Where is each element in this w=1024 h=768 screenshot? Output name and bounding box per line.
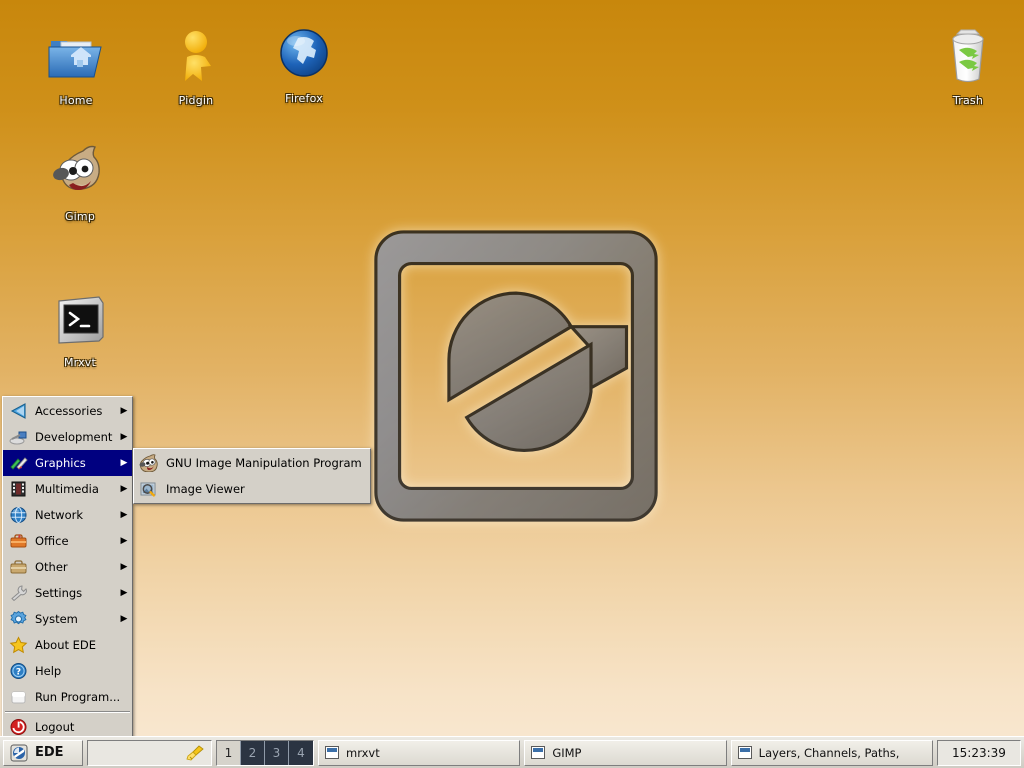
accessories-triangle-icon [7,401,29,421]
desktop-icon-pidgin[interactable]: Pidgin [148,20,244,107]
chevron-right-icon: ▶ [120,457,128,468]
menu-item-development[interactable]: Development ▶ [3,424,132,450]
trash-can-icon [920,20,1016,92]
menu-item-label: System [35,612,78,626]
taskbar[interactable]: EDE 1 2 3 4 mrxvt GIMP Layers, Channels,… [0,736,1024,768]
task-button-layers-channels-paths[interactable]: Layers, Channels, Paths, [730,739,933,766]
multimedia-film-icon [7,479,29,499]
ede-logo-icon [10,744,28,762]
submenu-item-label: Image Viewer [166,482,245,496]
desktop-icon-trash[interactable]: Trash [920,20,1016,107]
menu-item-help[interactable]: ? Help [3,658,132,684]
pidgin-buddy-icon [148,20,244,92]
desktop-icon-label: Gimp [64,210,96,223]
chevron-right-icon: ▶ [120,431,128,442]
menu-item-label: Accessories [35,404,103,418]
task-button-label: Layers, Channels, Paths, [758,745,900,760]
menu-item-settings[interactable]: Settings ▶ [3,580,132,606]
gimp-wilber-icon [32,136,128,208]
menu-item-label: About EDE [35,638,97,652]
chevron-right-icon: ▶ [120,587,128,598]
submenu-item-image-viewer[interactable]: Image Viewer [134,476,370,502]
image-viewer-icon [138,479,160,499]
clock[interactable]: 15:23:39 [936,739,1021,766]
chevron-right-icon: ▶ [120,405,128,416]
workspace-pager[interactable]: 1 2 3 4 [216,739,314,766]
menu-item-other[interactable]: Other ▶ [3,554,132,580]
start-button[interactable]: EDE [3,739,83,766]
svg-text:?: ? [15,668,20,678]
ede-logo-watermark [374,230,658,522]
menu-item-graphics[interactable]: Graphics ▶ [3,450,132,476]
system-gear-icon [7,609,29,629]
desktop-icon-label: Trash [952,94,984,107]
workspace-4[interactable]: 4 [289,741,313,765]
menu-item-label: Graphics [35,456,86,470]
desktop-icon-label: Firefox [285,92,323,105]
chevron-right-icon: ▶ [120,535,128,546]
terminal-icon [32,282,128,354]
logout-power-icon [7,717,29,737]
graphics-pencil-icon [7,453,29,473]
firefox-globe-icon [256,18,352,90]
start-button-label: EDE [35,745,64,760]
desktop-icon-home[interactable]: Home [28,20,124,107]
window-icon [531,746,546,759]
desktop-icon-firefox[interactable]: Firefox [256,18,352,105]
home-folder-icon [28,20,124,92]
about-star-icon [7,635,29,655]
desktop-icon-gimp[interactable]: Gimp [32,136,128,223]
chevron-right-icon: ▶ [120,509,128,520]
chevron-right-icon: ▶ [120,561,128,572]
desktop-icon-label: Pidgin [178,94,214,107]
menu-item-label: Network [35,508,84,522]
menu-item-label: Development [35,430,113,444]
gimp-wilber-icon [138,453,160,473]
desktop-icon-label: Mrxvt [63,356,97,369]
network-globe-icon [7,505,29,525]
window-icon [737,746,752,759]
broom-icon [185,744,205,762]
menu-item-label: Logout [35,720,75,734]
menu-item-office[interactable]: Office ▶ [3,528,132,554]
menu-item-system[interactable]: System ▶ [3,606,132,632]
menu-item-accessories[interactable]: Accessories ▶ [3,398,132,424]
menu-item-label: Multimedia [35,482,99,496]
desktop-icon-label: Home [59,94,93,107]
desktop-icon-mrxvt[interactable]: Mrxvt [32,282,128,369]
run-program-icon [7,687,29,707]
menu-item-network[interactable]: Network ▶ [3,502,132,528]
menu-separator [5,711,130,713]
system-tray[interactable] [87,739,212,766]
submenu-graphics[interactable]: GNU Image Manipulation Program Image Vie… [133,448,371,504]
desktop[interactable]: Home Pidgin Firefox Trash Gimp Mrxvt Acc… [0,0,1024,768]
workspace-3[interactable]: 3 [265,740,289,765]
workspace-1[interactable]: 1 [217,740,241,765]
chevron-right-icon: ▶ [120,483,128,494]
task-button-label: GIMP [552,745,582,760]
help-question-icon: ? [7,661,29,681]
menu-item-label: Settings [35,586,83,600]
menu-item-label: Run Program... [35,690,121,704]
menu-item-run-program[interactable]: Run Program... [3,684,132,710]
menu-item-label: Office [35,534,69,548]
task-button-gimp[interactable]: GIMP [524,739,727,766]
start-menu[interactable]: Accessories ▶ Development ▶ Graphics ▶ M… [2,396,133,742]
menu-item-label: Help [35,664,62,678]
settings-wrench-icon [7,583,29,603]
submenu-item-gimp[interactable]: GNU Image Manipulation Program [134,450,370,476]
window-icon [325,746,339,759]
menu-item-multimedia[interactable]: Multimedia ▶ [3,476,132,502]
menu-item-label: Other [35,560,68,574]
submenu-item-label: GNU Image Manipulation Program [166,456,362,470]
task-button-label: mrxvt [346,745,380,760]
menu-item-about-ede[interactable]: About EDE [3,632,132,658]
development-tools-icon [7,427,29,447]
task-button-mrxvt[interactable]: mrxvt [318,739,521,766]
other-briefcase-icon [7,557,29,577]
chevron-right-icon: ▶ [120,613,128,624]
workspace-2[interactable]: 2 [241,740,265,765]
office-briefcase-icon [7,531,29,551]
